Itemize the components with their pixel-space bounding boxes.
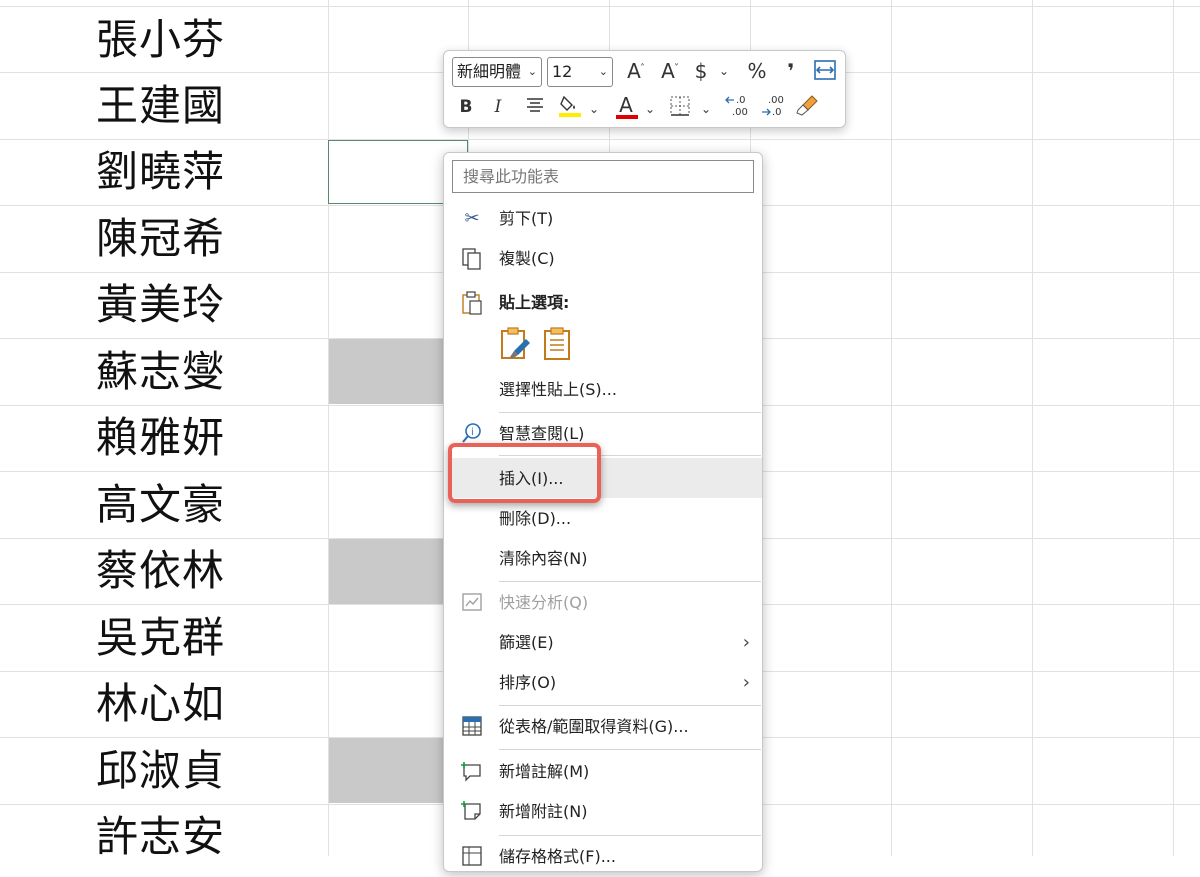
- wrap-text-button[interactable]: [813, 59, 837, 86]
- row-divider: [0, 6, 1200, 7]
- font-name-dropdown[interactable]: 新細明體 ⌄: [452, 57, 542, 87]
- menu-item-new-comment[interactable]: 新增註解(M): [444, 752, 762, 792]
- name-cell[interactable]: 吳克群: [96, 612, 225, 664]
- borders-icon: [670, 96, 690, 116]
- svg-text:.0: .0: [736, 95, 746, 106]
- new-comment-icon: [460, 760, 484, 784]
- chevron-down-icon: ⌄: [527, 65, 537, 78]
- menu-separator: [499, 835, 761, 836]
- menu-item-sort[interactable]: 排序(O) ›: [444, 663, 762, 703]
- menu-item-delete[interactable]: 刪除(D)...: [444, 499, 762, 539]
- font-color-button[interactable]: A: [614, 93, 638, 119]
- increase-font-size-button[interactable]: A ˄: [622, 59, 646, 83]
- italic-button[interactable]: I: [490, 95, 506, 119]
- menu-item-filter[interactable]: 篩選(E) ›: [444, 623, 762, 663]
- copy-icon: [460, 247, 484, 271]
- name-cell[interactable]: 王建國: [96, 80, 225, 132]
- increase-decimal-icon: .0.00: [725, 95, 748, 118]
- table-icon: [460, 715, 484, 739]
- menu-item-copy[interactable]: 複製(C): [444, 239, 762, 279]
- chevron-down-icon: ⌄: [598, 65, 608, 78]
- column-divider: [891, 0, 892, 856]
- font-color-bar: [616, 115, 638, 119]
- menu-separator: [499, 581, 761, 582]
- align-center-button[interactable]: [524, 95, 546, 120]
- column-divider: [1173, 0, 1174, 856]
- font-size-dropdown[interactable]: 12 ⌄: [547, 57, 613, 87]
- wrap-text-icon: [814, 60, 836, 80]
- menu-separator: [499, 749, 761, 750]
- menu-item-quick-analysis[interactable]: 快速分析(Q): [444, 583, 762, 623]
- borders-button[interactable]: [668, 95, 692, 122]
- mini-toolbar: 新細明體 ⌄ 12 ⌄ A ˄ A ˅ $ ⌄ % ❜ B I ⌄ A ⌄ ⌄ .0…: [443, 50, 846, 128]
- paste-brush-icon: [501, 327, 530, 359]
- menu-item-get-data[interactable]: 從表格/範圍取得資料(G)...: [444, 707, 762, 747]
- increase-decimal-button[interactable]: .0.00: [724, 93, 750, 124]
- chevron-down-icon[interactable]: ⌄: [718, 59, 730, 83]
- column-divider: [328, 0, 329, 856]
- menu-separator: [499, 705, 761, 706]
- svg-text:.00: .00: [768, 95, 784, 106]
- context-menu: 搜尋此功能表 ✂ 剪下(T) 複製(C) 貼上選項: 選擇性貼上(S)... i…: [443, 152, 763, 872]
- align-center-icon: [527, 98, 543, 112]
- menu-item-new-note[interactable]: 新增附註(N): [444, 792, 762, 832]
- svg-text:.00: .00: [732, 107, 748, 118]
- name-cell[interactable]: 黃美玲: [96, 279, 225, 331]
- row-divider: [0, 139, 1200, 140]
- name-cell[interactable]: 蔡依林: [96, 545, 225, 597]
- paste-clipboard-icon: [544, 327, 570, 360]
- menu-item-paste-options: 貼上選項:: [444, 283, 762, 323]
- name-cell[interactable]: 許志安: [96, 811, 225, 863]
- name-cell[interactable]: 邱淑貞: [96, 745, 225, 797]
- chevron-down-icon[interactable]: ⌄: [588, 97, 600, 121]
- chevron-down-icon[interactable]: ⌄: [644, 97, 656, 121]
- paint-bucket-icon: [559, 95, 581, 117]
- format-painter-button[interactable]: [794, 93, 820, 124]
- name-cell[interactable]: 張小芬: [96, 14, 225, 66]
- comma-style-button[interactable]: ❜: [781, 59, 801, 83]
- percent-style-button[interactable]: %: [744, 59, 770, 83]
- paste-button[interactable]: [540, 327, 574, 361]
- name-cell[interactable]: 蘇志燮: [96, 346, 225, 398]
- menu-item-format-cells[interactable]: 儲存格格式(F)...: [444, 837, 762, 877]
- svg-text:i: i: [471, 427, 474, 438]
- fill-color-button[interactable]: [558, 93, 582, 124]
- svg-text:.0: .0: [772, 107, 782, 118]
- currency-format-button[interactable]: $: [691, 59, 711, 83]
- chevron-right-icon: ›: [742, 632, 750, 653]
- quick-analysis-icon: [460, 591, 484, 615]
- highlight-callout-box: [448, 443, 601, 503]
- name-cell[interactable]: 陳冠希: [96, 213, 225, 265]
- font-size-value: 12: [552, 62, 573, 81]
- name-cell[interactable]: 高文豪: [96, 479, 225, 531]
- format-cells-icon: [460, 845, 484, 869]
- name-cell[interactable]: 林心如: [96, 678, 225, 730]
- bold-button[interactable]: B: [456, 95, 476, 119]
- clipboard-icon: [460, 291, 484, 315]
- menu-item-clear-contents[interactable]: 清除內容(N): [444, 539, 762, 579]
- menu-item-paste-special[interactable]: 選擇性貼上(S)...: [444, 370, 762, 410]
- scissors-icon: ✂: [464, 208, 480, 229]
- menu-search-input[interactable]: 搜尋此功能表: [452, 160, 754, 193]
- chevron-down-icon[interactable]: ⌄: [700, 97, 712, 121]
- column-divider: [1032, 0, 1033, 856]
- chevron-right-icon: ›: [742, 672, 750, 693]
- font-name-value: 新細明體: [457, 62, 522, 81]
- menu-item-cut[interactable]: ✂ 剪下(T): [444, 199, 762, 239]
- name-cell[interactable]: 賴雅妍: [96, 412, 225, 464]
- decrease-font-size-button[interactable]: A ˅: [656, 59, 680, 83]
- paintbrush-icon: [796, 95, 818, 116]
- decrease-decimal-button[interactable]: .00.0: [760, 93, 786, 124]
- new-note-icon: [460, 800, 484, 824]
- paste-formatting-button[interactable]: [498, 327, 532, 361]
- decrease-decimal-icon: .00.0: [762, 95, 784, 118]
- menu-separator: [499, 412, 761, 413]
- name-cell[interactable]: 劉曉萍: [96, 146, 225, 198]
